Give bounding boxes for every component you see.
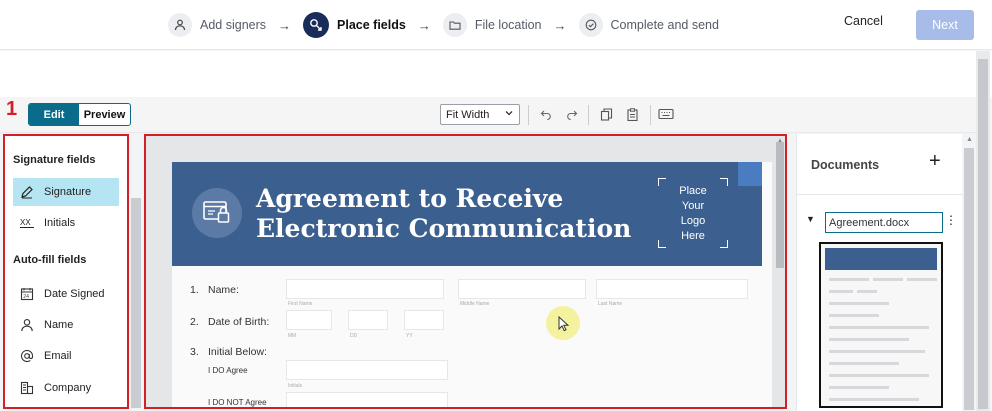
field-label: Company [44, 382, 92, 394]
signature-fields-heading: Signature fields [13, 154, 96, 166]
cancel-button[interactable]: Cancel [844, 14, 883, 28]
toolbar-divider [528, 105, 529, 125]
thumbnail-banner [825, 248, 937, 270]
scroll-up-icon[interactable]: ▲ [966, 136, 973, 143]
documents-panel: Documents + ▼ Agreement.docx ⋮ [796, 134, 963, 411]
copy-icon[interactable] [598, 106, 614, 122]
add-document-button[interactable]: + [929, 150, 941, 173]
initials-icon: XX [18, 214, 36, 232]
document-banner: Agreement to Receive Electronic Communic… [172, 162, 762, 266]
editor-toolbar: 1 Edit Preview Fit Width [0, 97, 976, 133]
form-row-name: 1. Name: [190, 284, 239, 296]
folder-icon [442, 13, 467, 37]
person-icon [168, 13, 192, 37]
step-place-fields[interactable]: Place fields [303, 12, 406, 38]
zoom-value: Fit Width [446, 108, 490, 121]
keyboard-icon[interactable] [658, 106, 674, 122]
toolbar-divider [650, 105, 651, 125]
preview-mode-button[interactable]: Preview [79, 104, 130, 125]
document-page[interactable]: Agreement to Receive Electronic Communic… [172, 162, 772, 407]
field-label: Initials [44, 217, 76, 229]
document-name-field[interactable]: Agreement.docx [825, 212, 943, 233]
field-label: Signature [44, 186, 92, 198]
disagree-label: I DO NOT Agree [208, 398, 267, 407]
field-label: Name [44, 319, 74, 331]
step-label: Place fields [337, 18, 406, 32]
next-button[interactable]: Next [916, 10, 974, 40]
document-title-line1: Agreement to Receive [256, 184, 564, 213]
dob-day-input[interactable] [348, 310, 388, 330]
document-title: Agreement to Receive Electronic Communic… [256, 184, 636, 244]
step-label: Add signers [200, 18, 267, 32]
more-options-icon[interactable]: ⋮ [945, 213, 957, 227]
stepper: Add signers → Place fields → File locati… [168, 10, 719, 40]
svg-text:24: 24 [23, 294, 29, 300]
disagree-initials-input[interactable] [286, 392, 448, 407]
dob-year-input[interactable] [404, 310, 444, 330]
app-window: Add signers → Place fields → File locati… [0, 0, 992, 411]
arrow-right-icon: → [553, 17, 567, 33]
autofill-fields-heading: Auto-fill fields [13, 254, 87, 266]
building-icon [18, 379, 36, 397]
left-panel-scrollbar[interactable] [131, 198, 141, 408]
chevron-down-icon [504, 108, 514, 121]
person-icon [18, 316, 36, 334]
divider [797, 194, 963, 195]
logo-placeholder: Place Your Logo Here [658, 178, 728, 248]
redo-icon[interactable] [564, 106, 580, 122]
collapse-caret-icon[interactable]: ▼ [806, 214, 815, 224]
field-company[interactable]: Company [13, 374, 119, 402]
first-name-input[interactable] [286, 279, 444, 299]
zoom-select[interactable]: Fit Width [440, 104, 520, 125]
edit-mode-button[interactable]: Edit [29, 104, 79, 125]
arrow-right-icon: → [417, 17, 431, 33]
step-label: File location [474, 18, 542, 32]
form-row-dob: 2. Date of Birth: [190, 316, 270, 328]
field-label: Email [44, 350, 72, 362]
step-label: Complete and send [610, 18, 719, 32]
svg-text:XX: XX [20, 218, 31, 227]
field-palette: Signature fields Signature XX Initials A… [3, 134, 129, 409]
check-circle-icon [578, 13, 603, 37]
mode-toggle: Edit Preview [28, 103, 131, 126]
arrow-right-icon: → [278, 17, 292, 33]
mouse-pointer-icon [558, 315, 570, 337]
documents-scrollbar[interactable] [964, 148, 974, 410]
calendar-icon: 24 [18, 285, 36, 303]
field-signature[interactable]: Signature [13, 178, 119, 206]
form-row-initials: 3. Initial Below: [190, 346, 267, 358]
middle-name-input[interactable] [458, 279, 586, 299]
dob-month-input[interactable] [286, 310, 332, 330]
field-initials[interactable]: XX Initials [13, 209, 119, 237]
document-title-line2: Electronic Communication [256, 214, 632, 243]
page-scrollbar[interactable] [976, 51, 990, 411]
logo-placeholder-text: Place Your Logo Here [679, 185, 707, 242]
step-file-location[interactable]: File location [442, 13, 542, 37]
banner-corner [738, 162, 762, 186]
field-label: Date Signed [44, 288, 105, 300]
pen-icon [18, 183, 36, 201]
toolbar-divider [588, 105, 589, 125]
undo-icon[interactable] [538, 106, 554, 122]
last-name-input[interactable] [596, 279, 748, 299]
document-thumbnail[interactable] [819, 242, 943, 408]
page-scrollbar-thumb[interactable] [978, 59, 988, 409]
field-name[interactable]: Name [13, 311, 119, 339]
secure-browser-icon [192, 188, 242, 238]
agree-initials-input[interactable] [286, 360, 448, 380]
step-add-signers[interactable]: Add signers [168, 13, 266, 37]
agree-label: I DO Agree [208, 366, 248, 375]
paste-icon[interactable] [624, 106, 640, 122]
field-date-signed[interactable]: 24 Date Signed [13, 280, 119, 308]
at-icon [18, 347, 36, 365]
header-spacer [0, 51, 992, 97]
annotation-marker: 1 [6, 98, 18, 120]
place-fields-icon [303, 12, 330, 38]
document-scrollbar[interactable] [776, 142, 784, 268]
field-email[interactable]: Email [13, 342, 119, 370]
document-canvas[interactable]: Agreement to Receive Electronic Communic… [144, 134, 787, 409]
step-complete-and-send[interactable]: Complete and send [578, 13, 719, 37]
documents-heading: Documents [811, 158, 880, 172]
top-bar: Add signers → Place fields → File locati… [0, 0, 992, 50]
